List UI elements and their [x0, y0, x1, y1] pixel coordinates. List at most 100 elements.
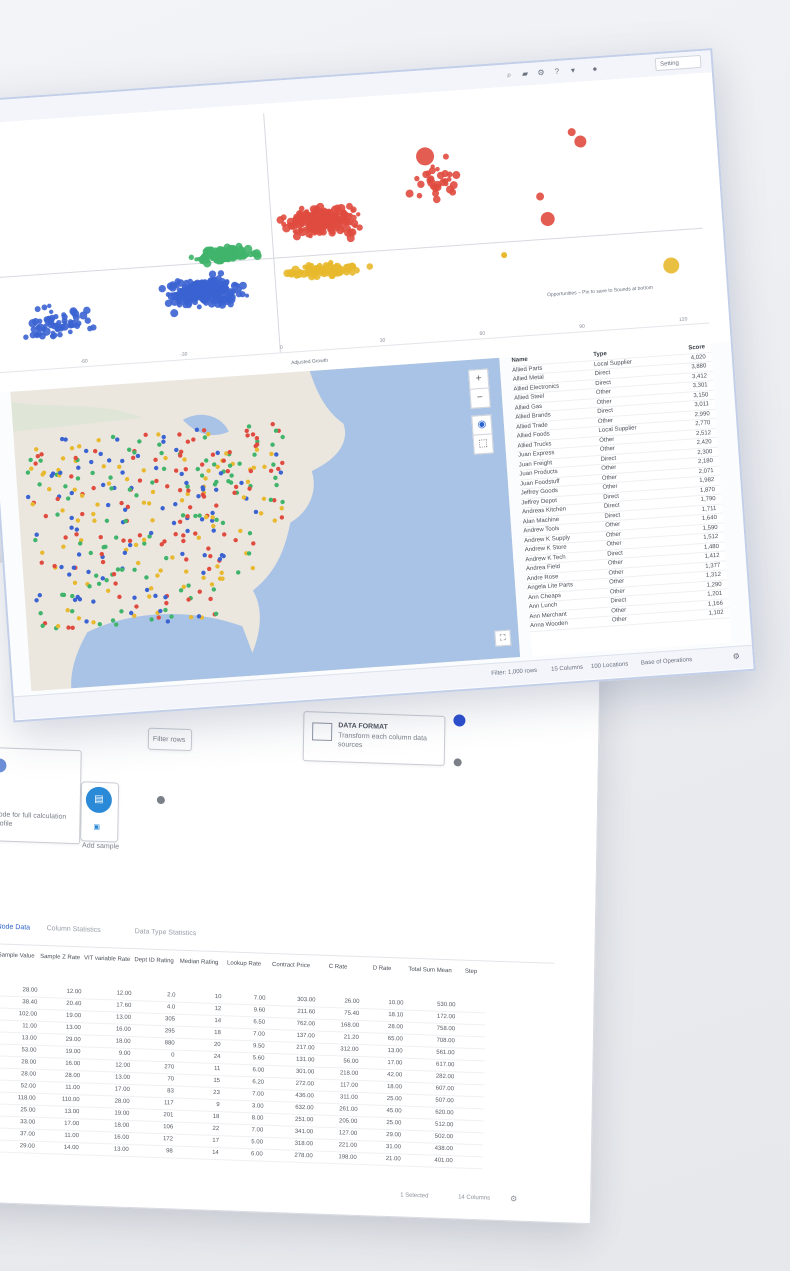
- grid-cell[interactable]: [454, 1072, 485, 1086]
- zoom-out-button[interactable]: −: [469, 387, 491, 409]
- scatter-point-blue[interactable]: [23, 334, 29, 340]
- scatter-point-red[interactable]: [540, 211, 555, 227]
- scatter-point-blue[interactable]: [170, 309, 179, 318]
- grid-cell[interactable]: 6.00: [218, 1148, 263, 1162]
- scatter-point-yellow[interactable]: [663, 257, 680, 274]
- workflow-node-filter[interactable]: Filter rows: [147, 727, 193, 752]
- tab-node-data[interactable]: Node Data: [0, 923, 30, 931]
- grid-cell[interactable]: [452, 1156, 483, 1170]
- grid-cell[interactable]: [455, 1000, 486, 1014]
- grid-cell[interactable]: 401.00: [400, 1154, 453, 1169]
- connector-dot[interactable]: [156, 795, 165, 805]
- grid-column-header[interactable]: Total Sum Mean: [404, 965, 457, 1001]
- grid-column-header[interactable]: D Rate: [360, 963, 405, 999]
- grid-column: C Rate 26.00 75.40 168.00 21.20 312.00 56.00 21…: [312, 961, 361, 1165]
- node-icon: [0, 758, 7, 773]
- select-area-icon[interactable]: ⬚: [472, 433, 494, 455]
- footer-item[interactable]: 100 Locations: [591, 661, 629, 670]
- map-svg: [10, 357, 521, 692]
- settings-icon[interactable]: ⚙: [510, 1194, 517, 1203]
- scatter-point-red[interactable]: [356, 212, 361, 217]
- data-grid[interactable]: Sample Value 28.00 38.40 102.00 11.00 13.00 53…: [0, 950, 534, 1199]
- scatter-point-red[interactable]: [536, 192, 545, 201]
- connector-dot[interactable]: [453, 758, 462, 767]
- scatter-point-red[interactable]: [415, 147, 435, 166]
- scatter-point-blue[interactable]: [67, 329, 73, 335]
- grid-column: Contract Price 303.00 211.60 762.00 137.00 21…: [262, 960, 317, 1164]
- scatter-point-blue[interactable]: [34, 306, 41, 313]
- scatter-point-blue[interactable]: [196, 304, 202, 310]
- grid-cell[interactable]: [453, 1096, 484, 1110]
- grid-cell[interactable]: 29.00: [0, 1140, 35, 1154]
- grid-cell[interactable]: [454, 1048, 485, 1062]
- grid-column-header[interactable]: C Rate: [316, 961, 361, 997]
- results-table[interactable]: Name Type Score Allied Parts Local Supplier 4…: [511, 342, 732, 657]
- footer-item[interactable]: Filter: 1,000 rows: [491, 668, 537, 677]
- gear-icon[interactable]: ⚙: [535, 67, 547, 79]
- scatter-point-red[interactable]: [442, 153, 449, 160]
- scatter-point-red[interactable]: [416, 192, 423, 199]
- grid-cell[interactable]: 278.00: [262, 1149, 313, 1164]
- scatter-point-blue[interactable]: [57, 331, 63, 338]
- grid-cell[interactable]: [454, 1060, 485, 1074]
- search-icon[interactable]: ⌕: [503, 69, 515, 81]
- scatter-point-red[interactable]: [574, 135, 587, 148]
- node-port-blue[interactable]: [453, 714, 466, 727]
- grid-column-header[interactable]: Dept ID Rating: [132, 955, 177, 991]
- workflow-node-circle[interactable]: ▤ ▣: [80, 781, 120, 843]
- grid-cell[interactable]: [454, 1024, 486, 1038]
- grid-column-header[interactable]: Lookup Rate: [222, 958, 267, 994]
- grid-cell[interactable]: 21.00: [356, 1152, 401, 1167]
- help-icon[interactable]: ?: [551, 66, 563, 78]
- grid-cell[interactable]: 13.00: [78, 1143, 129, 1157]
- chart-midline-v: [263, 113, 281, 353]
- scatter-point-yellow[interactable]: [501, 252, 508, 259]
- tab-column-statistics[interactable]: Column Statistics: [47, 925, 101, 934]
- scatter-chart[interactable]: -60 -30 0 30 60 90 120 Opportunities – Pin to …: [0, 72, 731, 394]
- grid-cell[interactable]: [454, 1036, 485, 1050]
- map[interactable]: + − ◉ ⬚ ⛶: [10, 357, 521, 692]
- tab-data-type-statistics[interactable]: Data Type Statistics: [135, 928, 197, 937]
- grid-cell[interactable]: [453, 1108, 484, 1122]
- settings-icon[interactable]: ⚙: [732, 652, 740, 661]
- grid-column-header[interactable]: Sample Z Rate: [38, 952, 83, 988]
- fullscreen-icon[interactable]: ⛶: [494, 629, 512, 647]
- scatter-point-red[interactable]: [432, 195, 441, 204]
- grid-cell[interactable]: 98: [128, 1144, 173, 1159]
- settings-dropdown[interactable]: Setting: [654, 54, 702, 72]
- footer-item[interactable]: 15 Columns: [551, 665, 583, 673]
- scatter-point-red[interactable]: [452, 170, 461, 180]
- camera-icon[interactable]: ▰: [519, 68, 531, 80]
- footer-item[interactable]: Base of Operations: [641, 657, 693, 667]
- scatter-point-blue[interactable]: [47, 303, 52, 309]
- grid-cell[interactable]: [455, 1012, 486, 1026]
- grid-column-header[interactable]: Sample Value: [0, 950, 38, 986]
- scatter-point-blue[interactable]: [41, 304, 48, 311]
- grid-cell[interactable]: [452, 1144, 484, 1158]
- record-icon[interactable]: ●: [589, 63, 601, 75]
- scatter-point-blue[interactable]: [158, 284, 166, 293]
- grid-column-header[interactable]: Step: [456, 966, 487, 1001]
- grid-cell[interactable]: [453, 1132, 484, 1146]
- grid-cell[interactable]: [453, 1084, 485, 1098]
- scatter-point-red[interactable]: [414, 175, 420, 182]
- scatter-point-red[interactable]: [567, 128, 576, 137]
- grid-cell[interactable]: 14.00: [34, 1141, 79, 1156]
- scatter-point-green[interactable]: [188, 254, 195, 261]
- scatter-point-blue[interactable]: [48, 309, 54, 315]
- workflow-node-dataformat[interactable]: DATA FORMAT Transform each column data s…: [302, 711, 446, 766]
- scatter-point-yellow[interactable]: [366, 263, 374, 270]
- grid-cell[interactable]: 14: [172, 1146, 219, 1161]
- grid-column-header[interactable]: Median Rating: [176, 957, 223, 993]
- filter-icon[interactable]: ▾: [567, 65, 579, 77]
- status-selected: 1 Selected: [400, 1192, 429, 1200]
- scatter-point-red[interactable]: [417, 180, 425, 189]
- grid-column: Dept ID Rating 2.0 4.0 305 295 880 0 270 70 83 117…: [128, 955, 177, 1159]
- workflow-node-left[interactable]: Node for full calculation profile: [0, 746, 82, 845]
- grid-column-header[interactable]: Contract Price: [266, 960, 317, 996]
- grid-cell[interactable]: 198.00: [312, 1151, 357, 1165]
- grid-cell[interactable]: [453, 1120, 484, 1134]
- grid-column-header[interactable]: VIT variable Rate: [82, 953, 133, 989]
- grid-column: Sample Z Rate 12.00 20.40 19.00 13.00 29.00 19…: [34, 952, 83, 1156]
- scatter-point-red[interactable]: [405, 189, 414, 198]
